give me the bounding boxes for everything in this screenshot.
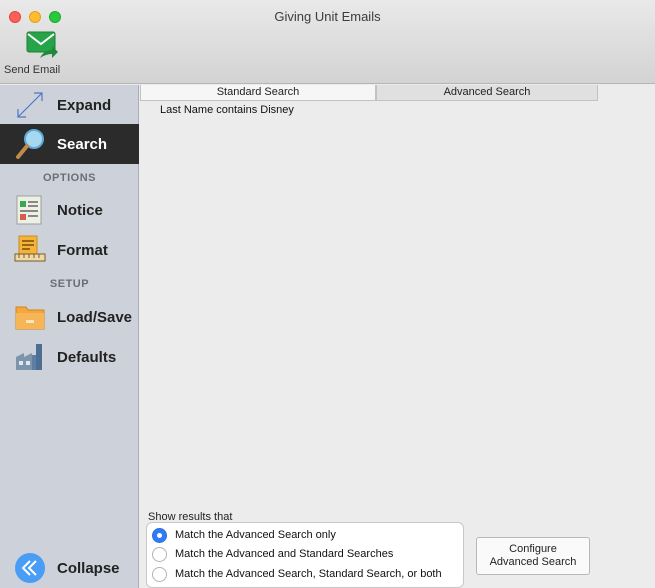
- radio-label: Match the Advanced Search only: [175, 529, 336, 541]
- sidebar-item-label: Format: [57, 242, 108, 259]
- sidebar-item-label: Collapse: [57, 560, 120, 577]
- title-bar: Giving Unit Emails Send Email: [0, 0, 655, 84]
- sidebar-item-label: Defaults: [57, 349, 117, 366]
- options-section-header: OPTIONS: [42, 172, 96, 184]
- sidebar: Expand Search OPTIONS Notice Format SETU…: [0, 85, 139, 588]
- setup-section-header: SETUP: [49, 278, 90, 290]
- radio-button[interactable]: [152, 567, 167, 582]
- results-radio-group: Match the Advanced Search only Match the…: [146, 522, 464, 588]
- tab-standard-search[interactable]: Standard Search: [140, 85, 376, 101]
- search-criteria-text: Last Name contains Disney: [160, 104, 294, 116]
- button-label-line1: Configure: [509, 543, 557, 555]
- sidebar-item-label: Load/Save: [57, 309, 133, 326]
- button-label-line2: Advanced Search: [489, 556, 577, 568]
- radio-button-selected[interactable]: [152, 528, 167, 543]
- send-email-label: Send Email: [4, 64, 61, 76]
- factory-icon: [14, 341, 46, 373]
- sidebar-item-load-save[interactable]: Load/Save: [0, 297, 139, 337]
- collapse-chevron-icon: [14, 552, 46, 584]
- sidebar-item-search[interactable]: Search: [0, 124, 139, 164]
- sidebar-item-collapse[interactable]: Collapse: [0, 548, 139, 588]
- radio-label: Match the Advanced and Standard Searches: [175, 548, 394, 560]
- main-content: Standard Search Advanced Search Last Nam…: [140, 85, 655, 588]
- sidebar-item-format[interactable]: Format: [0, 230, 139, 270]
- format-ruler-icon: [14, 234, 46, 266]
- sidebar-item-label: Expand: [57, 97, 112, 114]
- send-email-icon: [26, 30, 58, 65]
- sidebar-item-expand[interactable]: Expand: [0, 85, 139, 125]
- sidebar-item-notice[interactable]: Notice: [0, 190, 139, 230]
- sidebar-item-label: Notice: [57, 202, 103, 219]
- window-title: Giving Unit Emails: [274, 9, 381, 24]
- sidebar-item-defaults[interactable]: Defaults: [0, 337, 139, 377]
- folder-icon: [14, 301, 46, 333]
- configure-advanced-search-button[interactable]: Configure Advanced Search: [476, 537, 590, 575]
- expand-icon: [14, 89, 46, 121]
- magnifier-icon: [14, 128, 46, 160]
- tab-advanced-search[interactable]: Advanced Search: [376, 85, 598, 101]
- sidebar-item-label: Search: [57, 136, 108, 153]
- radio-label: Match the Advanced Search, Standard Sear…: [175, 568, 442, 580]
- radio-button[interactable]: [152, 547, 167, 562]
- send-email-button[interactable]: Send Email: [4, 30, 60, 80]
- notice-icon: [14, 194, 46, 226]
